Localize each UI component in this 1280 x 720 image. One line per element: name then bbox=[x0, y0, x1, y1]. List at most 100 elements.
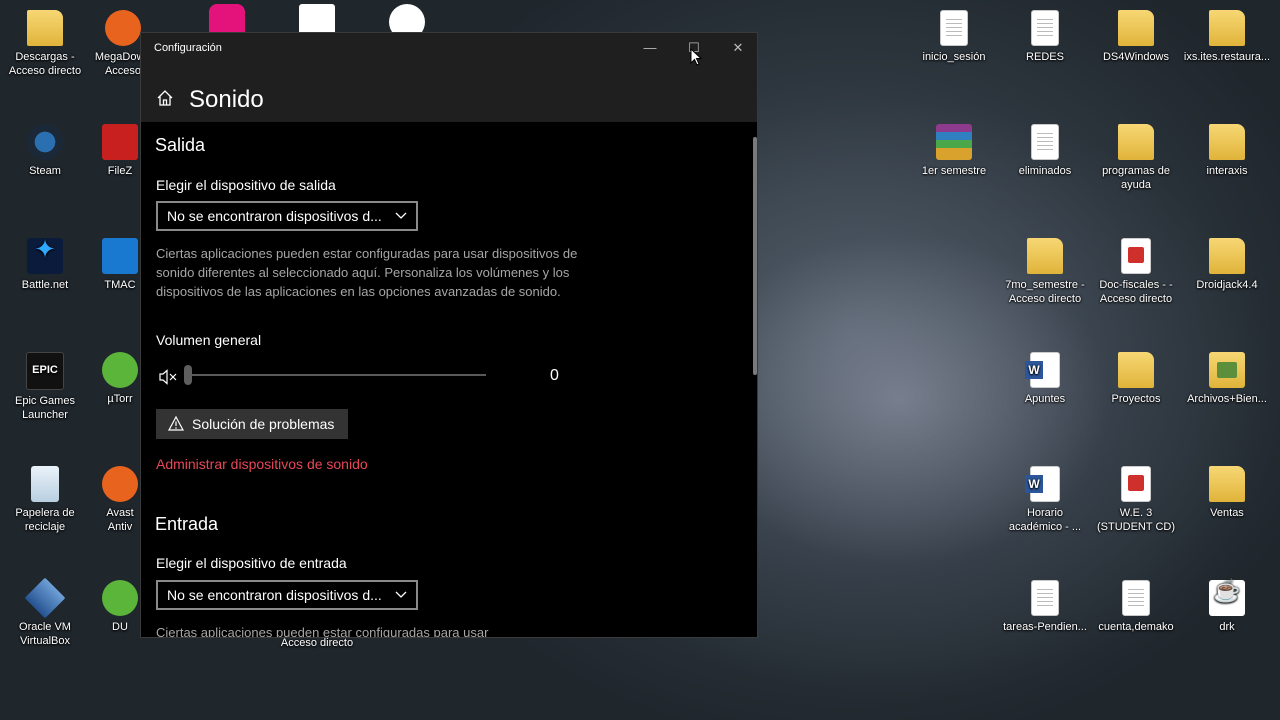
folder-icon bbox=[1209, 238, 1245, 274]
folder-shortcut-icon bbox=[1027, 238, 1063, 274]
desktop-icon-label: Apuntes bbox=[1024, 393, 1066, 405]
desktop-icon-label: REDES bbox=[1026, 51, 1064, 63]
desktop-icon-interaxis[interactable]: interaxis bbox=[1182, 124, 1272, 178]
desktop-icon-proyectos[interactable]: Proyectos bbox=[1091, 352, 1181, 406]
desktop-icon-7mo-semestre[interactable]: 7mo_semestre - Acceso directo bbox=[1000, 238, 1090, 306]
pdf-icon bbox=[1121, 466, 1151, 502]
chevron-down-icon bbox=[395, 212, 407, 219]
desktop-icon-avast[interactable]: Avast Antiv bbox=[100, 466, 140, 534]
output-device-label: Elegir el dispositivo de salida bbox=[156, 177, 336, 193]
desktop-icon-we3[interactable]: W.E. 3 (STUDENT CD) bbox=[1091, 466, 1181, 534]
folder-icon bbox=[1118, 352, 1154, 388]
desktop-icon-label: 1er semestre bbox=[921, 165, 987, 177]
input-device-value: No se encontraron dispositivos d... bbox=[167, 587, 382, 603]
troubleshoot-button[interactable]: Solución de problemas bbox=[156, 409, 348, 439]
volume-slider-thumb[interactable] bbox=[184, 365, 192, 385]
speaker-muted-icon[interactable] bbox=[159, 369, 179, 385]
desktop-icon-label: TMAC bbox=[104, 279, 136, 291]
desktop-icon-filez[interactable]: FileZ bbox=[100, 124, 140, 178]
desktop-icon-label: ixs.ites.restaura... bbox=[1183, 51, 1271, 63]
mouse-cursor-icon bbox=[690, 48, 702, 66]
desktop-icon-eliminados[interactable]: eliminados bbox=[1000, 124, 1090, 178]
output-help-text: Ciertas aplicaciones pueden estar config… bbox=[156, 246, 578, 299]
input-device-dropdown[interactable]: No se encontraron dispositivos d... bbox=[156, 580, 418, 610]
desktop-icon-tareas[interactable]: tareas-Pendien... bbox=[1000, 580, 1090, 634]
desktop-icon-utorrent[interactable]: µTorr bbox=[100, 352, 140, 406]
steam-icon bbox=[27, 124, 63, 160]
pdf-icon bbox=[1121, 238, 1151, 274]
desktop-icon-recycle-bin[interactable]: Papelera de reciclaje bbox=[0, 466, 90, 534]
du-icon bbox=[102, 580, 138, 616]
desktop-icon-tmac[interactable]: TMAC bbox=[100, 238, 140, 292]
filezilla-icon bbox=[102, 124, 138, 160]
desktop-icon-apuntes[interactable]: Apuntes bbox=[1000, 352, 1090, 406]
warning-icon bbox=[168, 416, 184, 431]
word-icon bbox=[1025, 466, 1060, 502]
desktop-icon-virtualbox[interactable]: Oracle VM VirtualBox bbox=[0, 577, 90, 648]
desktop-partial-label: Acceso directo bbox=[280, 637, 354, 649]
volume-slider-track[interactable] bbox=[184, 374, 486, 376]
desktop-icon-horario[interactable]: Horario académico - ... bbox=[1000, 466, 1090, 534]
winrar-icon bbox=[936, 124, 972, 160]
recycle-bin-icon bbox=[31, 466, 59, 502]
page-title: Sonido bbox=[189, 86, 264, 113]
desktop-icon-droidjack[interactable]: Droidjack4.4 bbox=[1182, 238, 1272, 292]
desktop-icon-battlenet[interactable]: Battle.net bbox=[0, 238, 90, 292]
desktop-icon-label: cuenta,demako bbox=[1098, 621, 1174, 633]
desktop-icon-label: µTorr bbox=[107, 393, 133, 405]
desktop-icon-label: programas de ayuda bbox=[1102, 165, 1170, 191]
input-device-label: Elegir el dispositivo de entrada bbox=[156, 555, 347, 571]
utorrent-icon bbox=[102, 352, 138, 388]
mega-icon bbox=[105, 10, 141, 46]
desktop-icon-label: W.E. 3 (STUDENT CD) bbox=[1096, 507, 1175, 533]
desktop-icon-redes[interactable]: REDES bbox=[1000, 10, 1090, 64]
document-icon bbox=[1031, 124, 1059, 160]
folder-icon bbox=[1209, 466, 1245, 502]
desktop-icon-label: Doc-fiscales - - Acceso directo bbox=[1099, 279, 1173, 305]
desktop-icon-cuenta-demako[interactable]: cuenta,demako bbox=[1091, 580, 1181, 634]
desktop-icon-epic[interactable]: Epic Games Launcher bbox=[0, 352, 90, 422]
close-button[interactable]: ✕ bbox=[716, 33, 757, 63]
window-title: Configuración bbox=[154, 42, 222, 54]
desktop-icon-ixs[interactable]: ixs.ites.restaura... bbox=[1182, 10, 1272, 64]
home-icon[interactable] bbox=[156, 89, 174, 107]
desktop-icon-archivos-bien[interactable]: Archivos+Bien... bbox=[1182, 352, 1272, 406]
desktop-icon-label: 7mo_semestre - Acceso directo bbox=[1005, 279, 1085, 305]
desktop-icon-label: Descargas - Acceso directo bbox=[8, 51, 82, 77]
document-icon bbox=[1031, 580, 1059, 616]
desktop-icon-label: DS4Windows bbox=[1102, 51, 1170, 63]
output-device-dropdown[interactable]: No se encontraron dispositivos d... bbox=[156, 201, 418, 231]
folder-icon bbox=[1118, 124, 1154, 160]
troubleshoot-label: Solución de problemas bbox=[192, 416, 335, 432]
desktop-icon-label: Steam bbox=[29, 165, 61, 177]
folder-download-icon bbox=[27, 10, 63, 46]
desktop-icon-programas-ayuda[interactable]: programas de ayuda bbox=[1091, 124, 1181, 192]
desktop-icon-ventas[interactable]: Ventas bbox=[1182, 466, 1272, 520]
desktop-icon-label: Oracle VM VirtualBox bbox=[19, 621, 71, 647]
desktop-icon-ds4windows[interactable]: DS4Windows bbox=[1091, 10, 1181, 64]
desktop-icon-label: drk bbox=[1219, 621, 1235, 633]
document-icon bbox=[1031, 10, 1059, 46]
desktop-icon-label: interaxis bbox=[1206, 165, 1248, 177]
desktop-icon-label: DU bbox=[112, 621, 128, 633]
manage-sound-devices-link[interactable]: Administrar dispositivos de sonido bbox=[156, 456, 368, 472]
desktop-icon-label: Ventas bbox=[1210, 507, 1244, 519]
desktop-icon-du[interactable]: DU bbox=[100, 580, 140, 634]
desktop-icon-label: Proyectos bbox=[1111, 393, 1161, 405]
minimize-button[interactable]: — bbox=[628, 33, 672, 63]
virtualbox-icon bbox=[24, 577, 66, 619]
desktop-icon-label: Avast Antiv bbox=[106, 507, 134, 533]
desktop-icon-descargas[interactable]: Descargas - Acceso directo bbox=[0, 10, 90, 78]
title-bar[interactable]: Configuración — ☐ ✕ bbox=[141, 33, 757, 63]
epic-games-icon bbox=[26, 352, 64, 390]
desktop-icon-steam[interactable]: Steam bbox=[0, 124, 90, 178]
desktop-icon-drk[interactable]: drk bbox=[1182, 580, 1272, 634]
document-icon bbox=[940, 10, 968, 46]
desktop-icon-inicio-sesion[interactable]: inicio_sesión bbox=[909, 10, 999, 64]
desktop-icon-label: FileZ bbox=[107, 165, 133, 177]
desktop-icon-doc-fiscales[interactable]: Doc-fiscales - - Acceso directo bbox=[1091, 238, 1181, 306]
scrollbar[interactable] bbox=[753, 137, 757, 375]
desktop-icon-1er-semestre[interactable]: 1er semestre bbox=[909, 124, 999, 178]
word-icon bbox=[1025, 352, 1060, 388]
input-section-title: Entrada bbox=[155, 514, 219, 534]
